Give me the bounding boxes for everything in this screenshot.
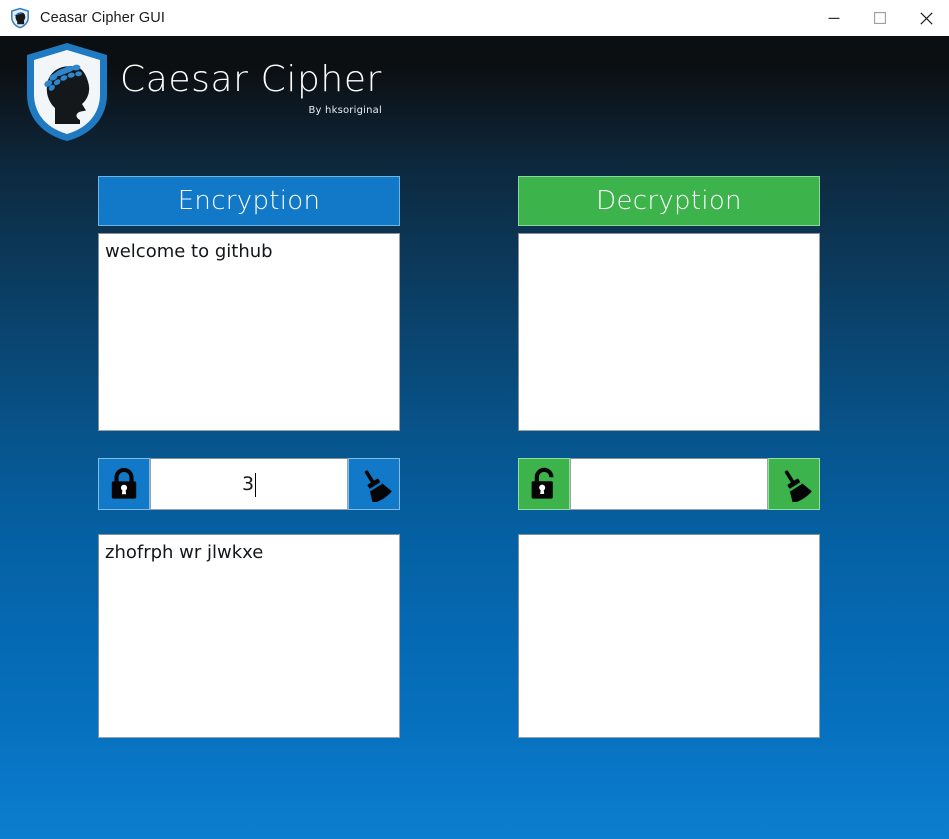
decryption-output-textarea[interactable] <box>518 534 820 738</box>
brand-text-block: Caesar Cipher By hksoriginal <box>120 59 382 117</box>
broom-icon <box>364 470 392 502</box>
close-icon <box>919 11 933 25</box>
branding-header: Caesar Cipher By hksoriginal <box>22 40 382 144</box>
encryption-lock-button[interactable] <box>98 458 150 510</box>
decryption-input-textarea[interactable] <box>518 233 820 431</box>
encryption-clear-button[interactable] <box>348 458 400 510</box>
brand-title: Caesar Cipher <box>120 59 382 100</box>
encryption-key-row: 3 <box>98 458 400 510</box>
encryption-key-input[interactable]: 3 <box>150 458 348 510</box>
close-button[interactable] <box>903 0 949 36</box>
encryption-key-value: 3 <box>241 472 255 495</box>
decryption-unlock-button[interactable] <box>518 458 570 510</box>
minimize-button[interactable] <box>811 0 857 36</box>
window-title: Ceasar Cipher GUI <box>40 10 165 26</box>
application-window: Ceasar Cipher GUI Caesar Cipher By hksor… <box>0 0 949 839</box>
text-caret <box>255 473 257 497</box>
minimize-icon <box>828 17 840 19</box>
lock-open-icon <box>531 467 554 499</box>
decryption-panel: Decryption <box>518 176 820 738</box>
encryption-panel: Encryption welcome to github 3 zhofrph w… <box>98 176 400 738</box>
shield-app-icon <box>11 7 29 29</box>
decryption-clear-button[interactable] <box>768 458 820 510</box>
caesar-shield-logo <box>27 43 107 141</box>
decryption-key-row <box>518 458 820 510</box>
title-bar: Ceasar Cipher GUI <box>0 0 949 36</box>
maximize-icon <box>874 12 886 24</box>
broom-icon <box>784 470 812 502</box>
main-content: Caesar Cipher By hksoriginal Encryption … <box>0 36 949 839</box>
encryption-header-button[interactable]: Encryption <box>98 176 400 226</box>
maximize-button[interactable] <box>857 0 903 36</box>
decryption-key-input[interactable] <box>570 458 768 510</box>
encryption-output-textarea[interactable]: zhofrph wr jlwkxe <box>98 534 400 738</box>
window-controls <box>811 0 949 36</box>
decryption-header-button[interactable]: Decryption <box>518 176 820 226</box>
brand-subtitle: By hksoriginal <box>308 105 382 116</box>
lock-closed-icon <box>111 467 137 499</box>
encryption-input-textarea[interactable]: welcome to github <box>98 233 400 431</box>
